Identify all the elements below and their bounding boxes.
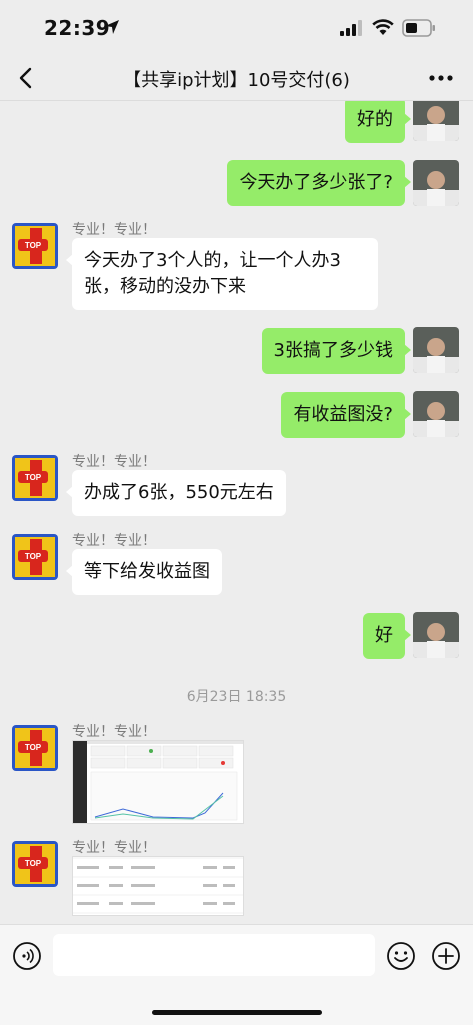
signal-icon	[340, 20, 362, 36]
svg-text:TOP: TOP	[25, 552, 42, 561]
sender-name: 专业！专业！	[72, 840, 156, 856]
location-arrow-icon	[105, 20, 119, 34]
message-bubble-self[interactable]: 好的	[345, 101, 411, 143]
message-text: 3张搞了多少钱	[273, 340, 393, 361]
sender-name: 专业！专业！	[72, 724, 156, 740]
status-bar: 22:39	[0, 0, 473, 56]
message-input[interactable]	[53, 934, 375, 976]
wifi-icon	[372, 19, 394, 35]
back-icon[interactable]	[12, 62, 42, 94]
plus-icon[interactable]	[431, 941, 461, 971]
nav-bar: 【共享ip计划】10号交付(6)	[0, 56, 473, 101]
timestamp: 6月23日 18:35	[186, 689, 287, 705]
svg-text:TOP: TOP	[25, 473, 42, 482]
message-text: 好的	[357, 109, 393, 130]
chat-area[interactable]: 好的 今天办了多少张了? TOP 专业！专业！ 今天办了3个人的，让一个人办3张…	[0, 101, 473, 924]
message-text: 今天办了多少张了?	[239, 172, 393, 193]
image-message-table[interactable]	[72, 856, 244, 916]
more-icon[interactable]	[425, 64, 457, 92]
message-text: 有收益图没?	[293, 404, 393, 425]
home-indicator	[152, 1010, 322, 1015]
avatar-self[interactable]	[413, 160, 459, 206]
svg-text:TOP: TOP	[25, 859, 42, 868]
status-time: 22:39	[44, 16, 111, 40]
sender-name: 专业！专业！	[72, 454, 156, 470]
avatar-other[interactable]: TOP	[12, 455, 58, 501]
avatar-self[interactable]	[413, 101, 459, 141]
battery-icon	[402, 19, 435, 37]
avatar-other[interactable]: TOP	[12, 841, 58, 887]
message-text: 好	[375, 625, 393, 646]
message-text: 等下给发收益图	[84, 561, 210, 582]
message-text: 今天办了3个人的，让一个人办3张，移动的没办下来	[84, 250, 341, 297]
message-bubble-self[interactable]: 有收益图没?	[281, 392, 411, 438]
avatar-self[interactable]	[413, 391, 459, 437]
message-bubble-other[interactable]: 办成了6张，550元左右	[66, 470, 286, 516]
avatar-other[interactable]: TOP	[12, 534, 58, 580]
input-bar	[0, 924, 473, 1025]
message-bubble-other[interactable]: 今天办了3个人的，让一个人办3张，移动的没办下来	[66, 238, 378, 310]
sender-name: 专业！专业！	[72, 533, 156, 549]
message-text: 办成了6张，550元左右	[84, 482, 274, 503]
avatar-self[interactable]	[413, 612, 459, 658]
voice-icon[interactable]	[12, 941, 42, 971]
emoji-icon[interactable]	[386, 941, 416, 971]
sender-name: 专业！专业！	[72, 222, 156, 238]
avatar-other[interactable]: TOP	[12, 725, 58, 771]
avatar-other[interactable]: TOP	[12, 223, 58, 269]
message-bubble-self[interactable]: 好	[363, 613, 411, 659]
chat-title: 【共享ip计划】10号交付(6)	[123, 70, 350, 91]
image-message-dashboard[interactable]	[72, 740, 244, 824]
message-bubble-other[interactable]: 等下给发收益图	[66, 549, 222, 595]
message-bubble-self[interactable]: 今天办了多少张了?	[227, 160, 411, 206]
svg-text:TOP: TOP	[25, 743, 42, 752]
message-bubble-self[interactable]: 3张搞了多少钱	[261, 328, 412, 374]
svg-text:TOP: TOP	[25, 241, 42, 250]
avatar-self[interactable]	[413, 327, 459, 373]
